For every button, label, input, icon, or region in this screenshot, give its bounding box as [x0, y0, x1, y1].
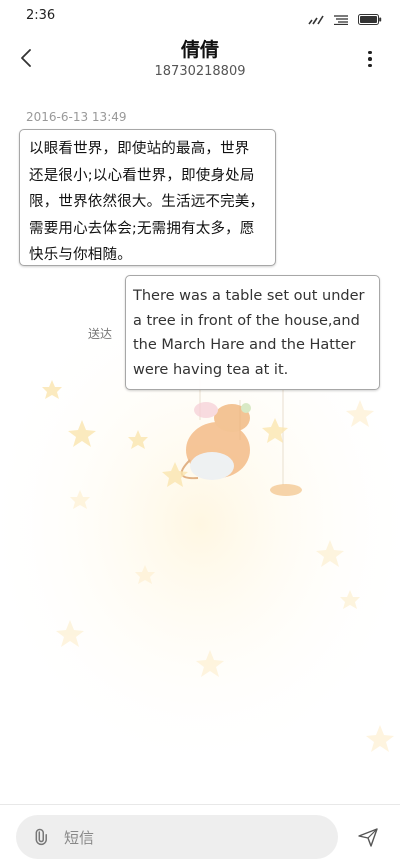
wifi-icon [334, 10, 348, 29]
status-bar: 2:36 [0, 0, 400, 34]
battery-icon [358, 10, 382, 29]
delivery-status: 送达 [88, 327, 113, 341]
outgoing-message-bubble[interactable]: There was a table set out under a tree i… [125, 275, 380, 390]
incoming-message-bubble[interactable]: 以眼看世界，即使站的最高，世界 还是很小;以心看世界，即使身处局 限，世界依然很… [19, 129, 276, 266]
message-composer: 短信 [0, 804, 400, 867]
send-icon[interactable] [356, 825, 380, 849]
contact-title[interactable]: 倩倩 18730218809 [0, 37, 400, 81]
message-timestamp: 2016-6-13 13:49 [26, 110, 127, 124]
message-input[interactable]: 短信 [16, 815, 338, 859]
paperclip-icon[interactable] [30, 827, 50, 847]
conversation-header: 倩倩 18730218809 [0, 34, 400, 90]
contact-phone-number: 18730218809 [154, 64, 246, 79]
status-time: 2:36 [26, 8, 56, 23]
status-icons [308, 10, 382, 29]
message-input-placeholder: 短信 [64, 829, 95, 847]
contact-name: 倩倩 [180, 39, 219, 61]
background-illustration [0, 340, 400, 800]
more-vertical-icon[interactable] [360, 46, 380, 72]
signal-icon [308, 10, 324, 29]
